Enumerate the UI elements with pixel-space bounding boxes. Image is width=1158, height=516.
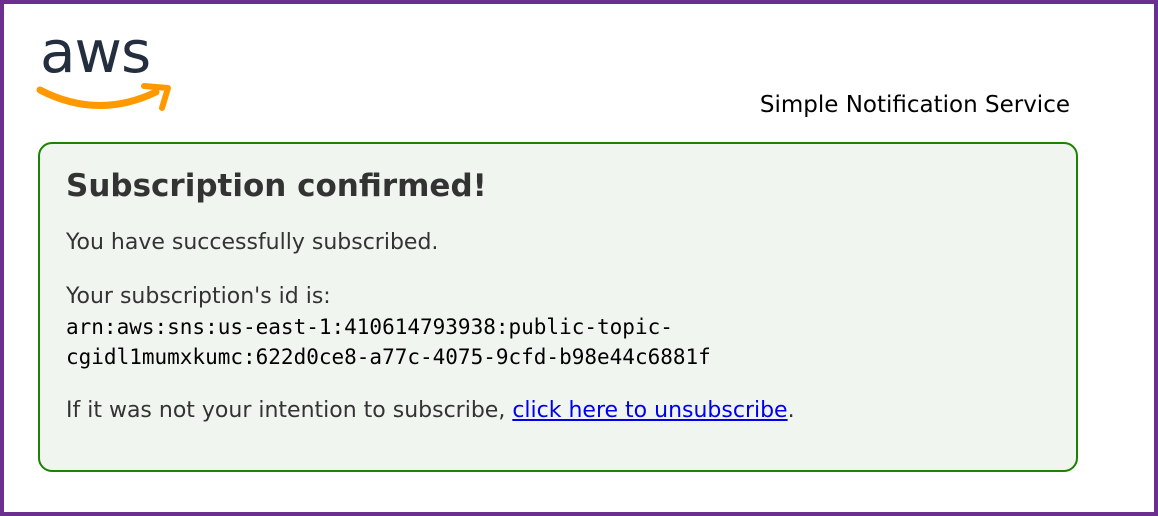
- aws-logo-text: aws: [40, 18, 151, 86]
- subscription-arn-line-1: arn:aws:sns:us-east-1:410614793938:publi…: [66, 315, 673, 339]
- success-message: You have successfully subscribed.: [66, 230, 439, 255]
- page-frame: aws Simple Notification Service Subscrip…: [0, 0, 1158, 516]
- aws-smile-icon: [36, 83, 171, 111]
- confirmation-title: Subscription confirmed!: [66, 168, 487, 204]
- aws-logo: aws: [36, 18, 176, 120]
- subscription-id-label: Your subscription's id is:: [66, 284, 331, 309]
- unsubscribe-link[interactable]: click here to unsubscribe: [512, 398, 787, 423]
- unsubscribe-prefix: If it was not your intention to subscrib…: [66, 398, 513, 423]
- service-name: Simple Notification Service: [759, 92, 1070, 118]
- subscription-arn-line-2: cgidl1mumxkumc:622d0ce8-a77c-4075-9cfd-b…: [66, 345, 711, 369]
- unsubscribe-message: If it was not your intention to subscrib…: [66, 396, 1050, 426]
- confirmation-panel: Subscription confirmed! You have success…: [38, 142, 1078, 472]
- unsubscribe-suffix: .: [787, 398, 795, 423]
